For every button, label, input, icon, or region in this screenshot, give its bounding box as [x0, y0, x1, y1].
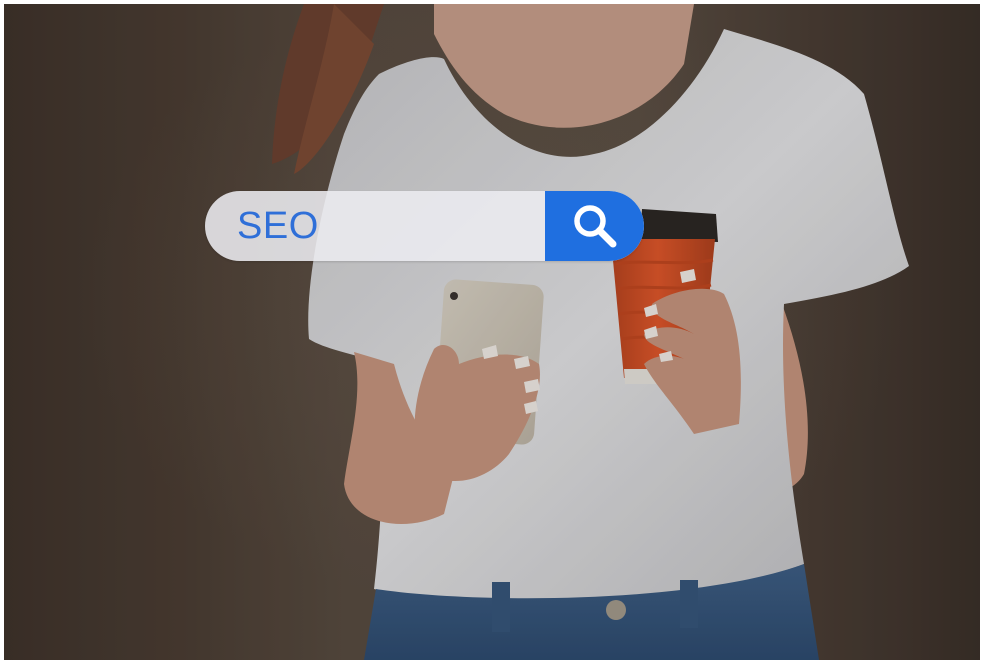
hero-photo: [4, 4, 980, 660]
search-button[interactable]: [545, 191, 644, 261]
photo-vignette: [4, 4, 980, 660]
search-bar[interactable]: [205, 191, 644, 261]
woman-photo-illustration: [4, 4, 980, 660]
magnifier-icon: [573, 205, 616, 248]
search-input[interactable]: [205, 191, 545, 261]
